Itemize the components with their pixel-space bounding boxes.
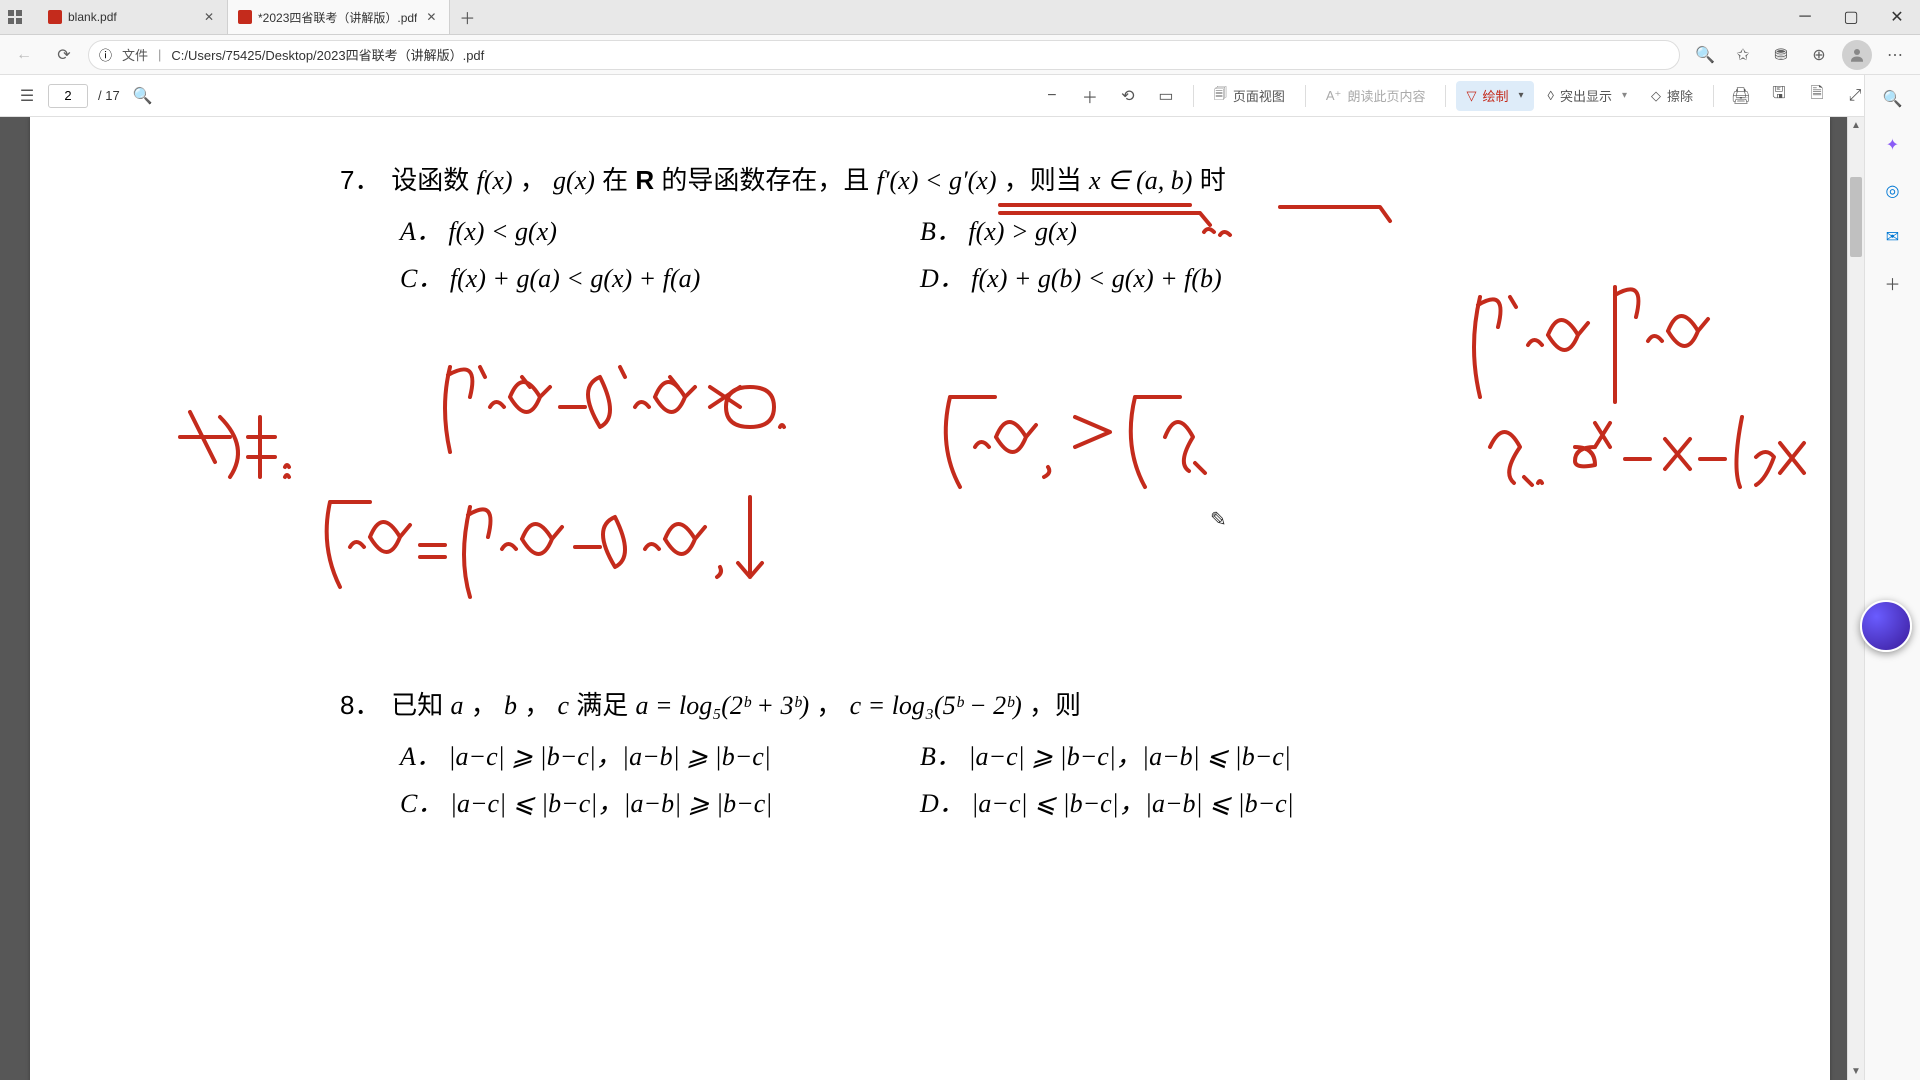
highlight-label: 突出显示 <box>1560 86 1612 105</box>
tab-blank[interactable]: blank.pdf ✕ <box>38 0 228 34</box>
maximize-button[interactable]: ▢ <box>1828 0 1874 34</box>
edge-sidebar: 🔍 ✦ ◎ ✉ ＋ <box>1864 75 1920 1080</box>
option-d: D． f(x) + g(b) < g(x) + f(b) <box>920 256 1440 303</box>
save-button[interactable]: 🖫 <box>1762 81 1796 111</box>
refresh-button[interactable]: ⟳ <box>48 39 80 71</box>
page-number-input[interactable] <box>48 84 88 108</box>
toc-button[interactable]: ☰ <box>10 81 44 111</box>
zoom-in-button[interactable]: ＋ <box>1073 81 1107 111</box>
zoom-out-button[interactable]: − <box>1035 81 1069 111</box>
pen-cursor-icon: ✎ <box>1210 507 1227 532</box>
question-7: 7． 设函数 f(x) ， g(x) 在 R 的导函数存在，且 f′(x) < … <box>340 157 1440 302</box>
draw-icon: ▽ <box>1466 88 1476 104</box>
outlook-icon[interactable]: ✉ <box>1875 219 1911 255</box>
scroll-down-button[interactable]: ▼ <box>1848 1063 1864 1080</box>
fit-page-button[interactable]: ▭ <box>1149 81 1183 111</box>
address-bar: ← ⟳ ⓘ 文件 | C:/Users/75425/Desktop/2023四省… <box>0 35 1920 75</box>
chevron-down-icon[interactable]: ▾ <box>1622 90 1627 101</box>
tools-icon[interactable]: ◎ <box>1875 173 1911 209</box>
tab-current[interactable]: *2023四省联考（讲解版）.pdf ✕ <box>228 0 450 34</box>
favorite-icon[interactable]: ✩ <box>1726 38 1760 72</box>
close-icon[interactable]: ✕ <box>201 9 217 25</box>
draw-button[interactable]: ▽ 绘制 ▾ <box>1456 81 1533 111</box>
pdf-icon <box>238 10 252 24</box>
url-path: C:/Users/75425/Desktop/2023四省联考（讲解版）.pdf <box>171 45 484 64</box>
floating-assistant-widget[interactable] <box>1860 600 1912 652</box>
read-aloud-icon: A⁺ <box>1326 88 1342 104</box>
new-tab-button[interactable]: ＋ <box>450 0 484 34</box>
rotate-button[interactable]: ⟲ <box>1111 81 1145 111</box>
question-number: 8． <box>340 682 384 729</box>
close-icon[interactable]: ✕ <box>423 9 439 25</box>
option-a: A． |a−c| ⩾ |b−c|，|a−b| ⩾ |b−c| <box>400 734 920 781</box>
option-d: D． |a−c| ⩽ |b−c|，|a−b| ⩽ |b−c| <box>920 781 1440 828</box>
tab-strip: blank.pdf ✕ *2023四省联考（讲解版）.pdf ✕ ＋ <box>30 0 1782 34</box>
scroll-thumb[interactable] <box>1850 177 1862 257</box>
erase-label: 擦除 <box>1667 86 1693 105</box>
page-view-label: 页面视图 <box>1233 86 1285 105</box>
option-a: A． f(x) < g(x) <box>400 209 920 256</box>
option-c: C． f(x) + g(a) < g(x) + f(a) <box>400 256 920 303</box>
page-text-layer: 7． 设函数 f(x) ， g(x) 在 R 的导函数存在，且 f′(x) < … <box>340 157 1440 828</box>
print-button[interactable]: 🖨 <box>1724 81 1758 111</box>
collections-icon[interactable]: ⊕ <box>1802 38 1836 72</box>
read-aloud-button[interactable]: A⁺ 朗读此页内容 <box>1316 81 1436 111</box>
option-b: B． f(x) > g(x) <box>920 209 1440 256</box>
page-view-button[interactable]: 🗐 页面视图 <box>1204 81 1295 111</box>
draw-label: 绘制 <box>1482 86 1508 105</box>
page-total-label: / 17 <box>98 88 120 103</box>
tab-actions-icon[interactable] <box>0 0 30 34</box>
back-button[interactable]: ← <box>8 39 40 71</box>
highlight-button[interactable]: ◊ 突出显示 ▾ <box>1538 81 1637 111</box>
add-icon[interactable]: ＋ <box>1875 265 1911 301</box>
page-view-icon: 🗐 <box>1214 85 1227 107</box>
url-field[interactable]: ⓘ 文件 | C:/Users/75425/Desktop/2023四省联考（讲… <box>88 40 1680 70</box>
profile-avatar[interactable] <box>1840 38 1874 72</box>
favorites-bar-icon[interactable]: ⛃ <box>1764 38 1798 72</box>
address-actions: 🔍 ✩ ⛃ ⊕ ⋯ <box>1688 38 1912 72</box>
pdf-icon <box>48 10 62 24</box>
option-b: B． |a−c| ⩾ |b−c|，|a−b| ⩽ |b−c| <box>920 734 1440 781</box>
tab-title: blank.pdf <box>68 10 195 24</box>
pdf-page[interactable]: 7． 设函数 f(x) ， g(x) 在 R 的导函数存在，且 f′(x) < … <box>30 117 1830 1080</box>
document-viewport[interactable]: 7． 设函数 f(x) ， g(x) 在 R 的导函数存在，且 f′(x) < … <box>0 117 1864 1080</box>
copilot-icon[interactable]: ✦ <box>1875 127 1911 163</box>
highlight-icon: ◊ <box>1548 88 1554 103</box>
pdf-toolbar: ☰ / 17 🔍 − ＋ ⟲ ▭ 🗐 页面视图 A⁺ 朗读此页内容 ▽ 绘制 ▾… <box>0 75 1920 117</box>
close-window-button[interactable]: ✕ <box>1874 0 1920 34</box>
erase-icon: ◇ <box>1651 88 1661 104</box>
more-icon[interactable]: ⋯ <box>1878 38 1912 72</box>
erase-button[interactable]: ◇ 擦除 <box>1641 81 1703 111</box>
info-icon[interactable]: ⓘ <box>99 45 112 64</box>
tab-title: *2023四省联考（讲解版）.pdf <box>258 9 417 26</box>
read-aloud-label: 朗读此页内容 <box>1347 86 1425 105</box>
zoom-icon[interactable]: 🔍 <box>1688 38 1722 72</box>
scroll-up-button[interactable]: ▲ <box>1848 117 1864 134</box>
option-c: C． |a−c| ⩽ |b−c|，|a−b| ⩾ |b−c| <box>400 781 920 828</box>
url-scheme-label: 文件 <box>122 45 148 64</box>
chevron-down-icon[interactable]: ▾ <box>1518 90 1523 101</box>
minimize-button[interactable]: ─ <box>1782 0 1828 34</box>
url-separator: | <box>158 47 161 62</box>
window-controls: ─ ▢ ✕ <box>1782 0 1920 34</box>
search-icon[interactable]: 🔍 <box>1875 81 1911 117</box>
question-8: 8． 已知 a ， b ， c 满足 a = log₅(2ᵇ + 3ᵇ) ， c… <box>340 682 1440 827</box>
titlebar: blank.pdf ✕ *2023四省联考（讲解版）.pdf ✕ ＋ ─ ▢ ✕ <box>0 0 1920 35</box>
find-button[interactable]: 🔍 <box>126 81 160 111</box>
question-number: 7． <box>340 157 384 204</box>
save-as-button[interactable]: 🗎 <box>1800 81 1834 111</box>
vertical-scrollbar[interactable]: ▲ ▼ <box>1847 117 1864 1080</box>
